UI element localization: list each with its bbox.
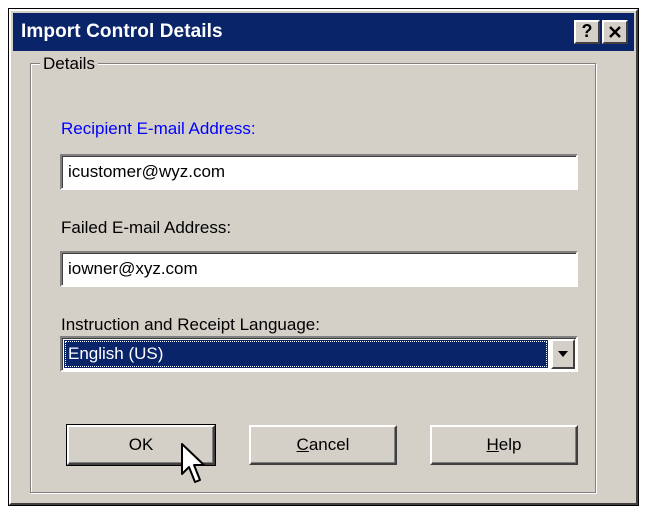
close-button[interactable] [602, 20, 628, 44]
help-button-label: elp [498, 435, 522, 454]
failed-email-label: Failed E-mail Address: [61, 218, 232, 237]
chevron-down-icon[interactable] [551, 339, 575, 369]
cancel-button[interactable]: Cancel [249, 425, 397, 465]
language-selected-value: English (US) [64, 340, 548, 368]
title-bar[interactable]: Import Control Details ? [13, 13, 634, 51]
arrow-pointer-icon [181, 443, 205, 483]
details-legend: Details [40, 54, 98, 74]
cancel-accelerator: C [296, 435, 309, 454]
recipient-email-input[interactable]: icustomer@wyz.com [60, 154, 578, 190]
close-icon [609, 26, 621, 38]
failed-email-input[interactable]: iowner@xyz.com [60, 251, 578, 287]
ok-button-label: OK [128, 435, 154, 454]
cancel-button-label: ancel [308, 435, 350, 454]
recipient-email-label: Recipient E-mail Address: [61, 119, 256, 138]
help-title-button[interactable]: ? [574, 20, 600, 44]
language-select[interactable]: English (US) [60, 336, 578, 372]
help-button[interactable]: Help [430, 425, 578, 465]
language-label: Instruction and Receipt Language: [61, 315, 320, 334]
help-accelerator: H [486, 435, 499, 454]
dialog-title: Import Control Details [21, 21, 223, 42]
